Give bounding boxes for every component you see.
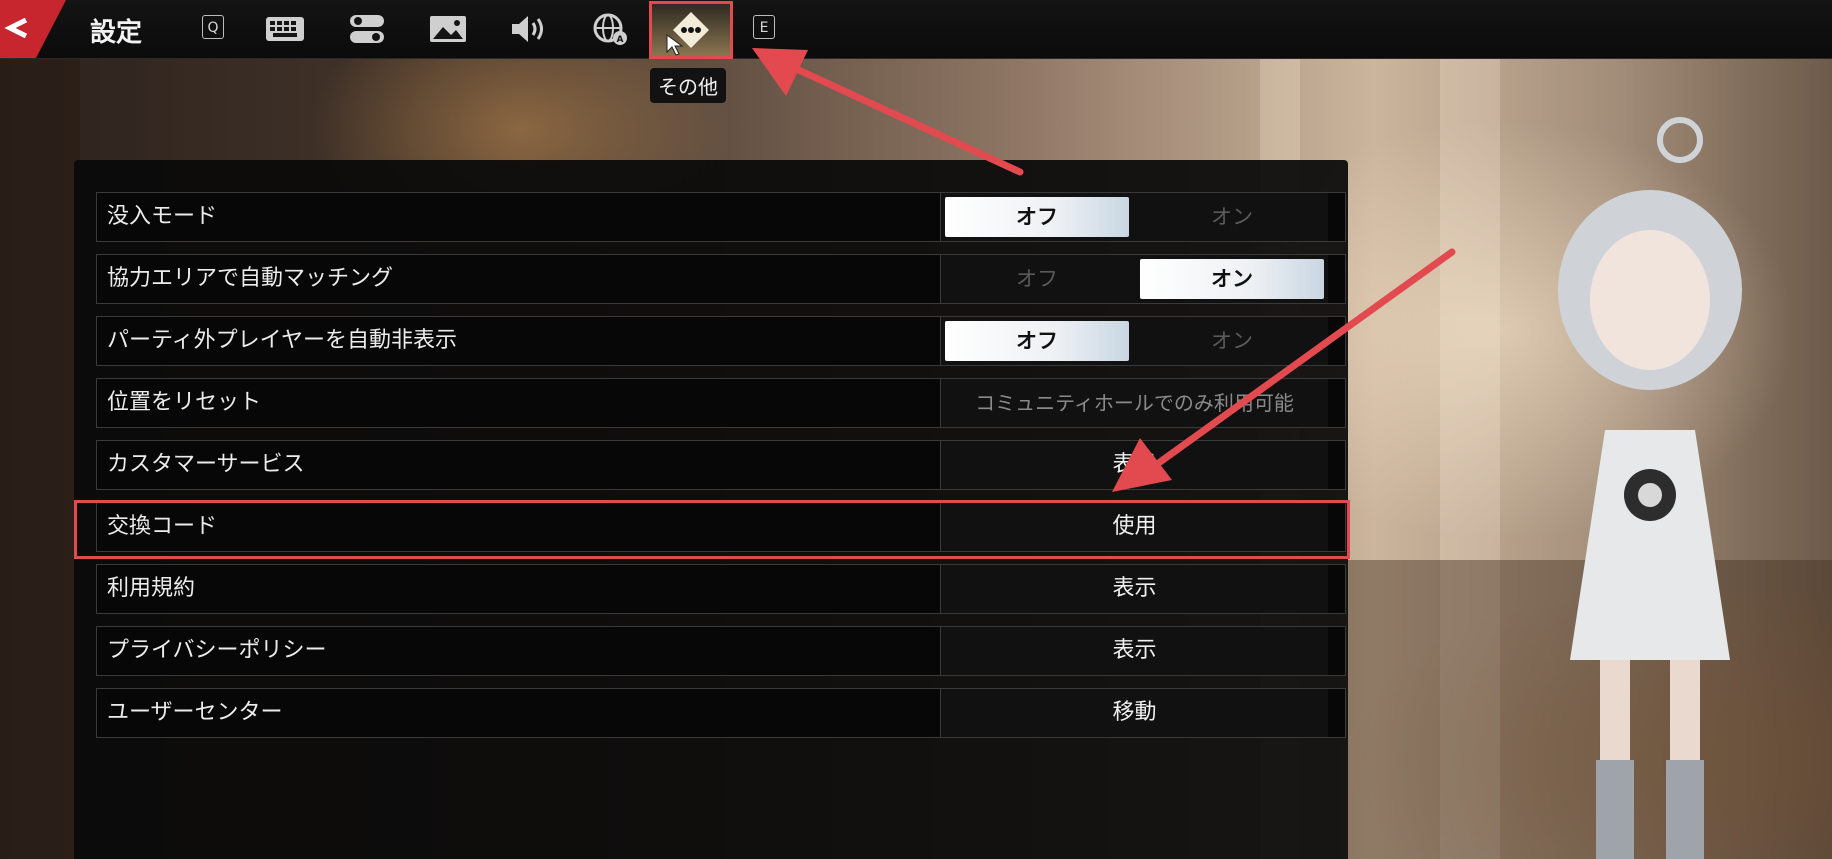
keyboard-icon <box>266 17 304 41</box>
setting-label: 位置をリセット <box>107 390 262 415</box>
tab-gameplay[interactable] <box>334 6 400 52</box>
toggle-group: オフ オン <box>940 317 1328 365</box>
setting-row-immersive-mode: 没入モード オフ オン <box>96 192 1346 242</box>
image-icon <box>430 16 466 42</box>
setting-row-auto-matching: 協力エリアで自動マッチング オフ オン <box>96 254 1346 304</box>
setting-row-terms: 利用規約 表示 <box>96 564 1346 614</box>
top-bar: 設定 Q A E <box>0 0 1832 59</box>
disabled-note: コミュニティホールでのみ利用可能 <box>975 391 1294 415</box>
toggle-group: オフ オン <box>940 193 1328 241</box>
background-shelf <box>0 58 80 859</box>
setting-label: 交換コード <box>107 514 218 539</box>
toggle-on-option[interactable]: オン <box>1140 197 1324 237</box>
setting-row-reset-position: 位置をリセット コミュニティホールでのみ利用可能 <box>96 378 1346 428</box>
user-center-button[interactable]: 移動 <box>940 689 1328 737</box>
tab-graphics[interactable] <box>415 6 481 52</box>
toggle-off-option[interactable]: オフ <box>945 321 1129 361</box>
setting-row-privacy: プライバシーポリシー 表示 <box>96 626 1346 676</box>
setting-label: ユーザーセンター <box>107 700 283 725</box>
tab-audio[interactable] <box>496 6 562 52</box>
globe-icon: A <box>593 13 627 45</box>
setting-label: プライバシーポリシー <box>107 638 327 663</box>
toggle-on-option[interactable]: オン <box>1140 259 1324 299</box>
privacy-view-button[interactable]: 表示 <box>940 627 1328 675</box>
next-tab-key-hint: E <box>753 15 775 39</box>
button-label: 使用 <box>1112 514 1157 539</box>
toggle-off-option[interactable]: オフ <box>945 259 1129 299</box>
settings-panel: 没入モード オフ オン 協力エリアで自動マッチング オフ オン パーティ外プレイ… <box>74 160 1348 859</box>
setting-row-user-center: ユーザーセンター 移動 <box>96 688 1346 738</box>
character-figure <box>1558 117 1742 859</box>
button-label: 表示 <box>1112 576 1157 601</box>
setting-label: 没入モード <box>107 204 218 229</box>
setting-label: 協力エリアで自動マッチング <box>107 266 394 291</box>
button-label: 表示 <box>1112 638 1157 663</box>
toggle-on-option[interactable]: オン <box>1140 321 1324 361</box>
setting-label: カスタマーサービス <box>107 452 305 477</box>
toggle-off-option[interactable]: オフ <box>945 197 1129 237</box>
back-logo-icon[interactable] <box>0 0 66 58</box>
redeem-code-button[interactable]: 使用 <box>940 503 1328 551</box>
speaker-icon <box>512 16 543 42</box>
tab-language[interactable]: A <box>577 6 643 52</box>
button-label: 表示 <box>1112 452 1157 477</box>
setting-label: パーティ外プレイヤーを自動非表示 <box>107 328 458 353</box>
mouse-cursor-icon <box>666 34 684 56</box>
tab-other[interactable] <box>649 1 733 59</box>
setting-label: 利用規約 <box>107 576 196 601</box>
toggle-switch-icon <box>350 15 384 43</box>
page-title: 設定 <box>90 18 143 48</box>
button-label: 移動 <box>1112 700 1157 725</box>
setting-row-redeem-code: 交換コード 使用 <box>96 502 1346 552</box>
setting-row-hide-players: パーティ外プレイヤーを自動非表示 オフ オン <box>96 316 1346 366</box>
setting-row-customer-service: カスタマーサービス 表示 <box>96 440 1346 490</box>
svg-text:A: A <box>617 35 624 45</box>
terms-view-button[interactable]: 表示 <box>940 565 1328 613</box>
prev-tab-key-hint: Q <box>202 15 224 39</box>
active-tab-tooltip: その他 <box>650 68 726 103</box>
toggle-group: オフ オン <box>940 255 1328 303</box>
tab-controls[interactable] <box>252 6 318 52</box>
customer-service-button[interactable]: 表示 <box>940 441 1328 489</box>
reset-position-disabled-button: コミュニティホールでのみ利用可能 <box>940 379 1328 427</box>
